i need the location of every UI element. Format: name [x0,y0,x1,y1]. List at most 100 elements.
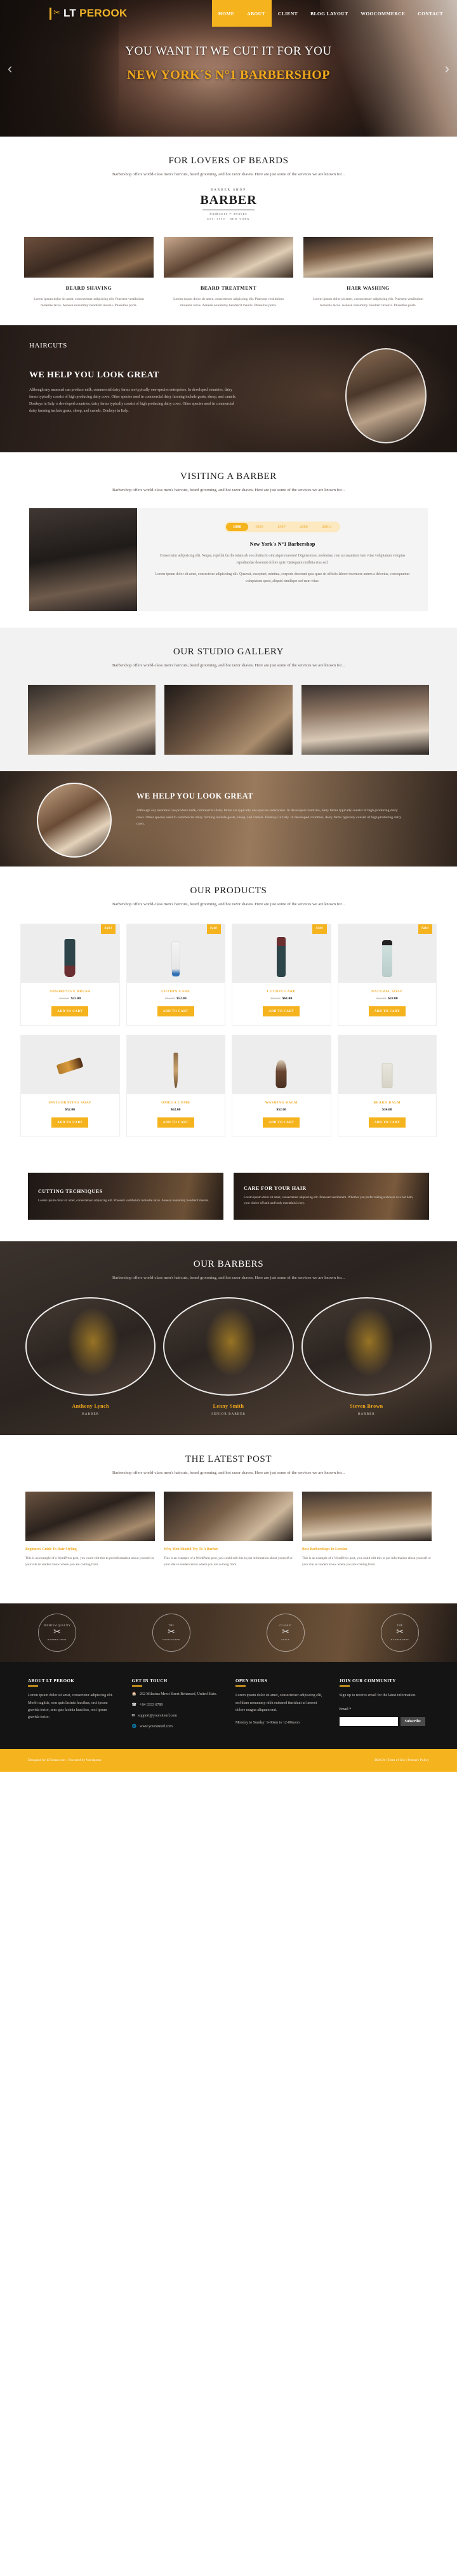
nav-item-home[interactable]: HOME [211,0,241,27]
add-to-cart-button[interactable]: ADD TO CART [157,1006,194,1016]
site-logo[interactable]: ✂ LT PEROOK [50,0,128,27]
product-card[interactable]: Sale! LOTION CARE $84.00 $61.00 ADD TO CA… [232,923,331,1026]
barber-card[interactable]: Steven Brown BARBER [301,1297,432,1416]
gallery-title: OUR STUDIO GALLERY [173,646,284,657]
mail-icon: ✉ [131,1714,135,1718]
barber-name: Lenny Smith [213,1403,244,1409]
post-excerpt: This is an example of a WordPress post, … [164,1556,293,1567]
year-tab-1995[interactable]: 1995 [248,523,270,531]
product-card[interactable]: WASHING BALM $52.00 ADD TO CART [232,1034,331,1137]
barber-portrait-image [25,1297,156,1396]
carousel-next-icon[interactable]: › [445,60,449,77]
post-excerpt: This is an example of a WordPress post, … [25,1556,154,1567]
look-great-body: Although any mammal can produce milk, co… [136,808,402,826]
subscribe-button[interactable]: Subscribe [400,1716,425,1726]
footer-contact-column: GET IN TOUCH 🏠 262 Milacina Mrest Street… [131,1678,222,1730]
promo-banner-row: CUTTING TECHNIQUES Lorem ipsum dolor sit… [0,1172,457,1220]
product-price: $52.00 [21,1108,119,1112]
add-to-cart-button[interactable]: ADD TO CART [51,1117,89,1128]
service-card[interactable]: HAIR WASHING Lorem ipsum dolor sit amet,… [303,236,433,309]
product-card[interactable]: OMEGA COMB $62.00 ADD TO CART [126,1034,225,1137]
product-bottle-shape [381,1062,393,1088]
product-bottle-shape [275,1060,287,1088]
barber-card[interactable]: Lenny Smith SENIOR BARBER [163,1297,294,1416]
product-card[interactable]: Sale! ABSORPTIVE BRUSH $45.00 $25.00 ADD … [20,923,120,1026]
barber-role: BARBER [357,1412,375,1416]
product-card[interactable]: BEARD BALM $34.00 ADD TO CART [337,1034,437,1137]
post-card[interactable]: Best Barbershops In London This is an ex… [302,1492,432,1568]
product-bottle-shape [56,1056,84,1075]
footer-legal-links[interactable]: DMCA | Term of Use | Primary Policy [374,1758,429,1762]
visiting-description: Barbershop offers world-class men's hair… [112,488,345,492]
add-to-cart-button[interactable]: ADD TO CART [263,1006,300,1016]
product-card[interactable]: Sale! LOTION CARE $62.00 $52.00 ADD TO CA… [126,923,225,1026]
nav-item-contact[interactable]: CONTACT [411,0,449,27]
post-list: Beginners Guide To Hair Styling This is … [0,1492,457,1568]
add-to-cart-button[interactable]: ADD TO CART [368,1006,406,1016]
look-great-section: WE HELP YOU LOOK GREAT Although any mamm… [0,771,457,867]
add-to-cart-button[interactable]: ADD TO CART [263,1117,300,1128]
post-title[interactable]: Beginners Guide To Hair Styling [25,1548,155,1551]
year-tab-1990[interactable]: 1990 [226,522,249,531]
service-card-image [303,236,433,278]
product-name: INVIGORATING SOAP [48,1100,92,1105]
nav-item-blog-layout[interactable]: BLOG LAYOUT [304,0,354,27]
nav-item-about[interactable]: ABOUT [241,0,272,27]
post-card[interactable]: Beginners Guide To Hair Styling This is … [25,1492,155,1568]
footer-website-row[interactable]: 🌐 www.yoursiteurl.com [132,1724,222,1730]
gallery-header: OUR STUDIO GALLERY Barbershop offers wor… [0,647,457,670]
nav-item-client[interactable]: CLIENT [272,0,304,27]
barber-card[interactable]: Anthony Lynch BARBER [25,1297,156,1416]
nav-item-woocommerce[interactable]: WOOCOMMERCE [354,0,411,27]
year-tab-2000[interactable]: 2000 [293,523,315,531]
haircuts-kicker: HAIRCUTS [29,342,67,349]
carousel-prev-icon[interactable]: ‹ [8,60,12,77]
year-tab-1997[interactable]: 1997 [270,523,293,531]
emblem-badge-bottom: STYLE [281,1638,290,1642]
add-to-cart-button[interactable]: ADD TO CART [51,1006,89,1016]
gallery-image[interactable] [28,684,156,755]
service-card[interactable]: BEARD SHAVING Lorem ipsum dolor sit amet… [24,236,154,309]
product-bottle-shape [64,938,76,977]
emblem-main-text: BARBER [200,192,257,207]
product-name: LOTION CARE [267,989,296,994]
footer-hours-heading: OPEN HOURS [235,1678,326,1687]
product-card[interactable]: INVIGORATING SOAP $52.00 ADD TO CART [20,1034,120,1137]
footer-email-row[interactable]: ✉ support@yoursiteurl.com [132,1713,222,1719]
footer-email: support@yoursiteurl.com [138,1714,177,1718]
haircuts-inner: HAIRCUTS WE HELP YOU LOOK GREAT Although… [0,325,457,415]
promo-banner-cutting-techniques[interactable]: CUTTING TECHNIQUES Lorem ipsum dolor sit… [28,1172,223,1220]
promo-text: CARE FOR YOUR HAIR Lorem ipsum dolor sit… [234,1185,429,1206]
product-new-price: $52.00 [276,1107,286,1112]
home-icon: 🏠 [131,1692,136,1697]
latest-post-title: THE LATEST POST [185,1453,272,1464]
service-card[interactable]: BEARD TREATMENT Lorem ipsum dolor sit am… [164,236,293,309]
products-header: OUR PRODUCTS Barbershop offers world-cla… [0,886,457,908]
product-bottle-shape [171,941,180,977]
gallery-image[interactable] [301,684,429,755]
service-card-body: Lorem ipsum dolor sit amet, consectetuer… [173,297,284,307]
top-navigation-bar: ✂ LT PEROOK HOME ABOUT CLIENT BLOG LAYOU… [0,0,457,27]
visiting-panel-heading: New York´s N°1 Barbershop [249,540,315,547]
gallery-image[interactable] [164,684,293,755]
add-to-cart-button[interactable]: ADD TO CART [368,1117,406,1128]
add-to-cart-button[interactable]: ADD TO CART [157,1117,194,1128]
product-image: Sale! [232,924,331,983]
product-price: $62.00 [127,1108,225,1112]
post-title[interactable]: Best Barbershops In London [302,1548,432,1551]
promo-banner-care-for-your-hair[interactable]: CARE FOR YOUR HAIR Lorem ipsum dolor sit… [234,1172,429,1220]
footer-address-row: 🏠 262 Milacina Mrest Street Behansed, Un… [132,1692,222,1697]
site-footer: ABOUT LT PEROOK Lorem ipsum dolor sit am… [0,1662,457,1750]
scissors-icon: ✂ [396,1628,404,1638]
newsletter-email-input[interactable] [339,1716,398,1726]
gallery-grid [0,684,457,755]
product-new-price: $62.00 [171,1107,181,1112]
visiting-title: VISITING A BARBER [180,471,277,482]
service-card-title: HAIR WASHING [347,285,390,291]
post-title[interactable]: Why Men Should Try To A Barber [164,1548,293,1551]
footer-website: www.yoursiteurl.com [139,1725,173,1729]
product-card[interactable]: Sale! NATURAL SOAP $52.00 $32.00 ADD TO C… [337,923,437,1026]
footer-phone-row[interactable]: ☎ +84 3333 6789 [132,1703,222,1708]
year-tab-20011[interactable]: 20011 [315,523,339,531]
post-card[interactable]: Why Men Should Try To A Barber This is a… [164,1492,293,1568]
